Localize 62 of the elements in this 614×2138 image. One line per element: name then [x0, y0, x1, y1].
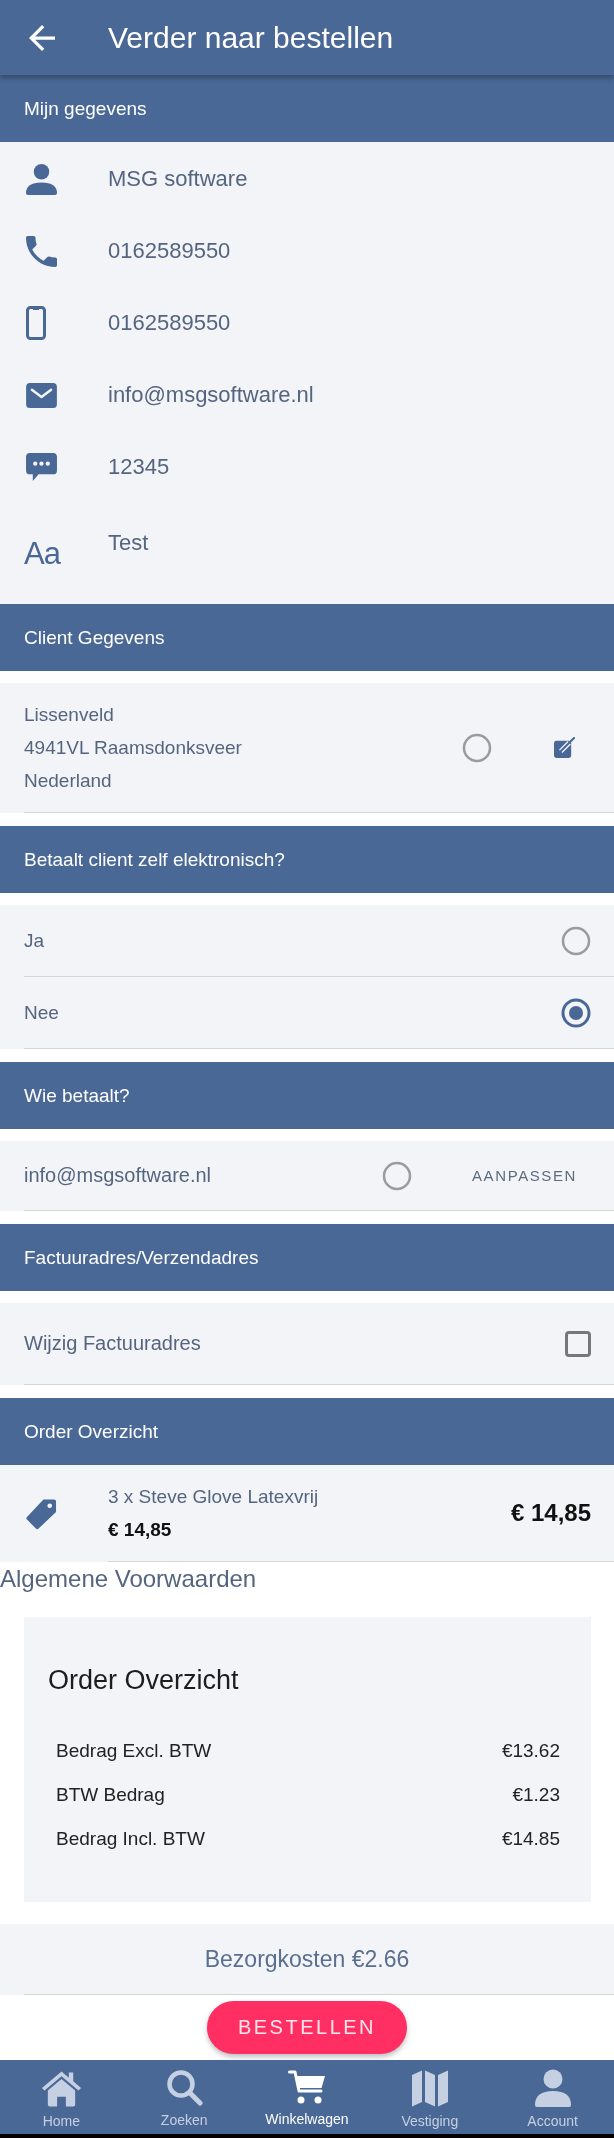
nav-tab[interactable]: Winkelwagen: [245, 2060, 369, 2134]
unit-price: € 14,85: [108, 1518, 172, 1542]
mobile-phone-icon: [26, 306, 46, 340]
summary-title: Order Overzicht: [48, 1664, 240, 1697]
option-label: Ja: [24, 929, 46, 952]
nav-tab[interactable]: Zoeken: [122, 2060, 246, 2134]
terms-link[interactable]: Algemene Voorwaarden: [0, 1562, 257, 1596]
option-label: Nee: [24, 1001, 60, 1024]
phone-number: 0162589550: [108, 239, 232, 263]
address-line: 4941VL Raamsdonksveer: [24, 736, 242, 760]
chat-bubble-icon: [26, 452, 57, 482]
search-icon: [165, 2069, 203, 2106]
radio-button[interactable]: [462, 732, 492, 763]
radio-button[interactable]: [561, 997, 591, 1028]
checkbox[interactable]: [565, 1330, 591, 1357]
message-text: 12345: [108, 455, 171, 479]
product-name: 3 x Steve Glove Latexvrij: [108, 1485, 319, 1509]
delivery-cost: Bezorgkosten €2.66: [204, 1945, 410, 1973]
address-line: Nederland: [24, 769, 112, 793]
radio-button[interactable]: [382, 1160, 412, 1191]
note-text: Test: [108, 531, 150, 555]
summary-label: BTW Bedrag: [56, 1784, 165, 1806]
summary-label: Bedrag Incl. BTW: [56, 1828, 205, 1850]
user-icon: [533, 2069, 572, 2107]
section-header: Order Overzicht: [0, 1398, 614, 1465]
map-icon: [410, 2069, 449, 2107]
home-icon: [40, 2069, 82, 2107]
section-header: Factuuradres/Verzendadres: [0, 1224, 614, 1291]
summary-value: €1.23: [512, 1784, 560, 1806]
person-icon: [26, 163, 57, 195]
nav-tab[interactable]: Home: [0, 2060, 123, 2134]
line-total: € 14,85: [510, 1499, 591, 1527]
page-title: Verder naar bestellen: [108, 19, 394, 56]
payer-email: info@msgsoftware.nl: [24, 1164, 213, 1187]
section-header: Betaalt client zelf elektronisch?: [0, 826, 614, 893]
mobile-number: 0162589550: [108, 311, 232, 335]
summary-value: €14.85: [501, 1828, 560, 1850]
radio-button[interactable]: [561, 925, 591, 956]
change-button[interactable]: AANPASSEN: [472, 1167, 577, 1184]
name-text: MSG software: [108, 167, 249, 191]
section-header: Client Gegevens: [0, 604, 614, 671]
checkbox-row[interactable]: Wijzig Factuuradres: [0, 1303, 614, 1385]
phone-icon: [26, 235, 57, 267]
back-icon[interactable]: [29, 24, 55, 51]
edit-icon[interactable]: [554, 737, 575, 758]
section-header: Mijn gegevens: [0, 75, 614, 142]
summary-label: Bedrag Excl. BTW: [56, 1740, 212, 1762]
order-button[interactable]: BESTELLEN: [207, 2001, 407, 2054]
envelope-icon: [26, 382, 57, 408]
price-tag-icon: [26, 1497, 57, 1530]
nav-tab[interactable]: Account: [491, 2060, 614, 2134]
summary-value: €13.62: [501, 1740, 560, 1762]
option-row[interactable]: Ja: [0, 905, 614, 977]
checkbox-label: Wijzig Factuuradres: [24, 1332, 202, 1355]
section-header: Wie betaalt?: [0, 1062, 614, 1129]
payer-row[interactable]: info@msgsoftware.nl AANPASSEN: [0, 1141, 614, 1211]
address-line: Lissenveld: [24, 703, 114, 727]
option-row[interactable]: Nee: [0, 977, 614, 1049]
nav-tab[interactable]: Vestiging: [368, 2060, 492, 2134]
cart-icon: [288, 2069, 326, 2105]
text-format-icon: Aa: [24, 539, 60, 569]
email-address: info@msgsoftware.nl: [108, 383, 315, 407]
